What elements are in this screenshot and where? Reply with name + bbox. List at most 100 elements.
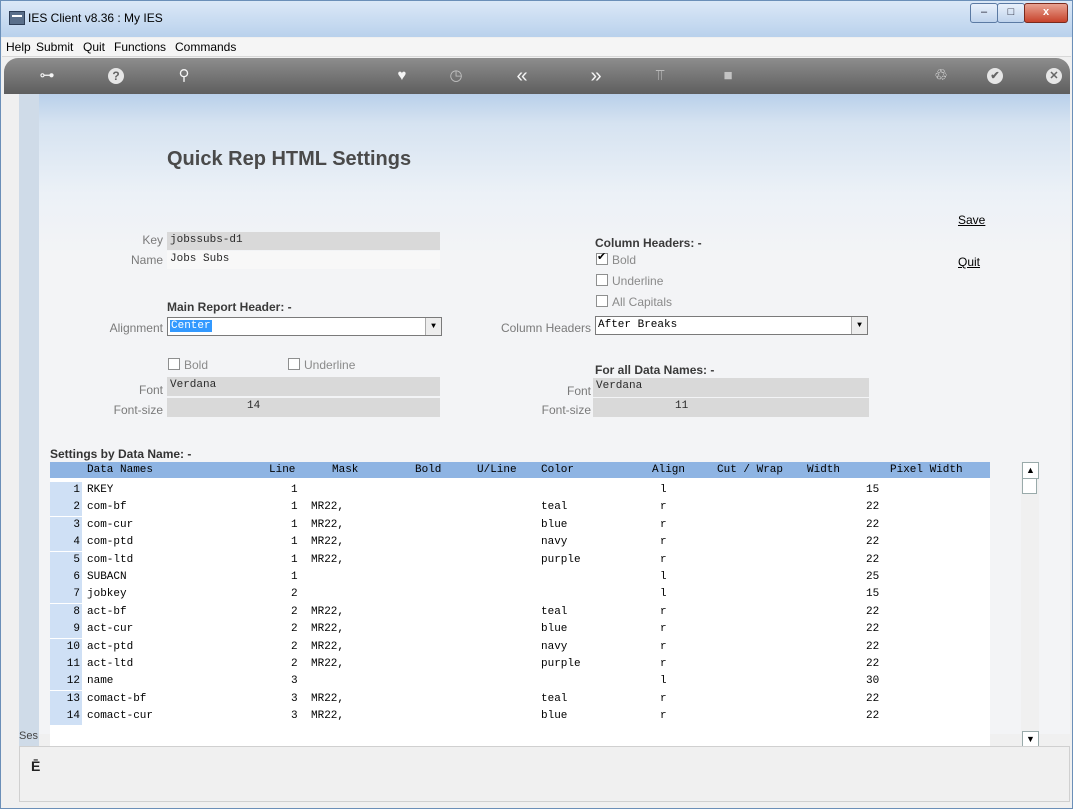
cell-align[interactable]: r <box>660 517 667 534</box>
cell-align[interactable]: l <box>660 586 667 603</box>
table-row[interactable]: 2 com-bf 1 MR22, teal r 22 <box>50 499 990 517</box>
name-field[interactable]: Jobs Subs <box>167 251 440 269</box>
cell-align[interactable]: r <box>660 499 667 516</box>
cell-data-name[interactable]: act-ptd <box>87 639 133 656</box>
cell-line[interactable]: 2 <box>291 656 298 673</box>
cell-color[interactable]: teal <box>541 499 567 516</box>
cell-color[interactable]: navy <box>541 534 567 551</box>
cell-data-name[interactable]: com-ltd <box>87 552 133 569</box>
cell-line[interactable]: 3 <box>291 691 298 708</box>
cell-width[interactable]: 22 <box>866 708 879 725</box>
cell-data-name[interactable]: act-cur <box>87 621 133 638</box>
cell-line[interactable]: 1 <box>291 482 298 499</box>
cell-color[interactable]: purple <box>541 552 581 569</box>
cell-width[interactable]: 22 <box>866 552 879 569</box>
main-fontsize-field[interactable]: 14 <box>167 398 440 417</box>
back-icon[interactable]: « <box>512 66 532 86</box>
data-font-field[interactable]: Verdana <box>593 378 869 397</box>
cell-align[interactable]: r <box>660 604 667 621</box>
cell-line[interactable]: 1 <box>291 517 298 534</box>
cell-mask[interactable]: MR22, <box>311 534 344 551</box>
cell-width[interactable]: 22 <box>866 499 879 516</box>
cell-data-name[interactable]: name <box>87 673 113 690</box>
data-fontsize-field[interactable]: 11 <box>593 398 869 417</box>
cell-color[interactable]: blue <box>541 708 567 725</box>
cell-line[interactable]: 2 <box>291 586 298 603</box>
scroll-thumb[interactable] <box>1022 478 1037 494</box>
cell-data-name[interactable]: act-ltd <box>87 656 133 673</box>
cell-mask[interactable]: MR22, <box>311 499 344 516</box>
checkmark-icon[interactable]: ✔ <box>987 68 1003 84</box>
table-row[interactable]: 4 com-ptd 1 MR22, navy r 22 <box>50 534 990 552</box>
cell-mask[interactable]: MR22, <box>311 708 344 725</box>
cell-line[interactable]: 2 <box>291 621 298 638</box>
cell-line[interactable]: 2 <box>291 604 298 621</box>
col-header-width[interactable]: Width <box>807 464 840 476</box>
main-bold-checkbox[interactable]: Bold <box>168 358 208 372</box>
cell-line[interactable]: 3 <box>291 708 298 725</box>
tools-icon[interactable]: ⫪ <box>650 66 670 86</box>
col-bold-checkbox[interactable]: Bold <box>596 250 636 267</box>
main-underline-checkbox[interactable]: Underline <box>288 358 355 372</box>
col-header-data-names[interactable]: Data Names <box>87 464 153 476</box>
cell-width[interactable]: 22 <box>866 691 879 708</box>
table-row[interactable]: 13 comact-bf 3 MR22, teal r 22 <box>50 690 990 708</box>
cell-width[interactable]: 22 <box>866 517 879 534</box>
table-row[interactable]: 10 act-ptd 2 MR22, navy r 22 <box>50 638 990 656</box>
cell-mask[interactable]: MR22, <box>311 656 344 673</box>
cell-align[interactable]: r <box>660 534 667 551</box>
cell-color[interactable]: navy <box>541 639 567 656</box>
table-row[interactable]: 7 jobkey 2 l 15 <box>50 586 990 604</box>
col-header-color[interactable]: Color <box>541 464 574 476</box>
key-field[interactable]: jobssubs-d1 <box>167 232 440 250</box>
cell-mask[interactable]: MR22, <box>311 621 344 638</box>
cell-line[interactable]: 1 <box>291 499 298 516</box>
col-header-align[interactable]: Align <box>652 464 685 476</box>
cell-width[interactable]: 15 <box>866 586 879 603</box>
table-row[interactable]: 3 com-cur 1 MR22, blue r 22 <box>50 516 990 534</box>
help-icon[interactable]: ? <box>108 68 124 84</box>
cell-align[interactable]: r <box>660 621 667 638</box>
cell-align[interactable]: l <box>660 673 667 690</box>
quit-link[interactable]: Quit <box>958 255 980 269</box>
cell-mask[interactable]: MR22, <box>311 691 344 708</box>
clock-icon[interactable]: ◷ <box>446 66 466 86</box>
cell-color[interactable]: teal <box>541 691 567 708</box>
cell-mask[interactable]: MR22, <box>311 517 344 534</box>
cell-width[interactable]: 22 <box>866 604 879 621</box>
cell-mask[interactable]: MR22, <box>311 639 344 656</box>
menu-help[interactable]: Help <box>6 40 31 54</box>
col-caps-checkbox[interactable]: All Capitals <box>596 295 672 309</box>
cell-data-name[interactable]: com-bf <box>87 499 127 516</box>
cell-width[interactable]: 25 <box>866 569 879 586</box>
key-icon[interactable]: ⊶ <box>32 66 62 86</box>
main-font-field[interactable]: Verdana <box>167 377 440 396</box>
refresh-icon[interactable]: ♲ <box>931 66 951 86</box>
cell-data-name[interactable]: com-ptd <box>87 534 133 551</box>
exit-icon[interactable]: ✕ <box>1046 68 1062 84</box>
col-header-bold[interactable]: Bold <box>415 464 441 476</box>
cell-data-name[interactable]: comact-cur <box>87 708 153 725</box>
cell-data-name[interactable]: comact-bf <box>87 691 146 708</box>
col-underline-checkbox[interactable]: Underline <box>596 274 663 288</box>
cell-width[interactable]: 30 <box>866 673 879 690</box>
dropdown-arrow-icon[interactable]: ▼ <box>851 317 867 334</box>
minimize-button[interactable]: – <box>970 3 998 23</box>
menu-functions[interactable]: Functions <box>114 40 166 54</box>
cell-data-name[interactable]: RKEY <box>87 482 113 499</box>
table-row[interactable]: 6 SUBACN 1 l 25 <box>50 569 990 586</box>
table-row[interactable]: 1 RKEY 1 l 15 <box>50 482 990 499</box>
menu-submit[interactable]: Submit <box>36 40 73 54</box>
cell-mask[interactable]: MR22, <box>311 552 344 569</box>
cell-width[interactable]: 22 <box>866 534 879 551</box>
cell-data-name[interactable]: com-cur <box>87 517 133 534</box>
cell-line[interactable]: 1 <box>291 534 298 551</box>
cell-line[interactable]: 1 <box>291 552 298 569</box>
vertical-scrollbar[interactable]: ▲ ▼ <box>1021 462 1039 748</box>
menu-commands[interactable]: Commands <box>175 40 236 54</box>
cell-line[interactable]: 3 <box>291 673 298 690</box>
col-header-mask[interactable]: Mask <box>332 464 358 476</box>
cell-width[interactable]: 15 <box>866 482 879 499</box>
cell-color[interactable]: purple <box>541 656 581 673</box>
col-headers-dropdown[interactable]: After Breaks ▼ <box>595 316 868 335</box>
